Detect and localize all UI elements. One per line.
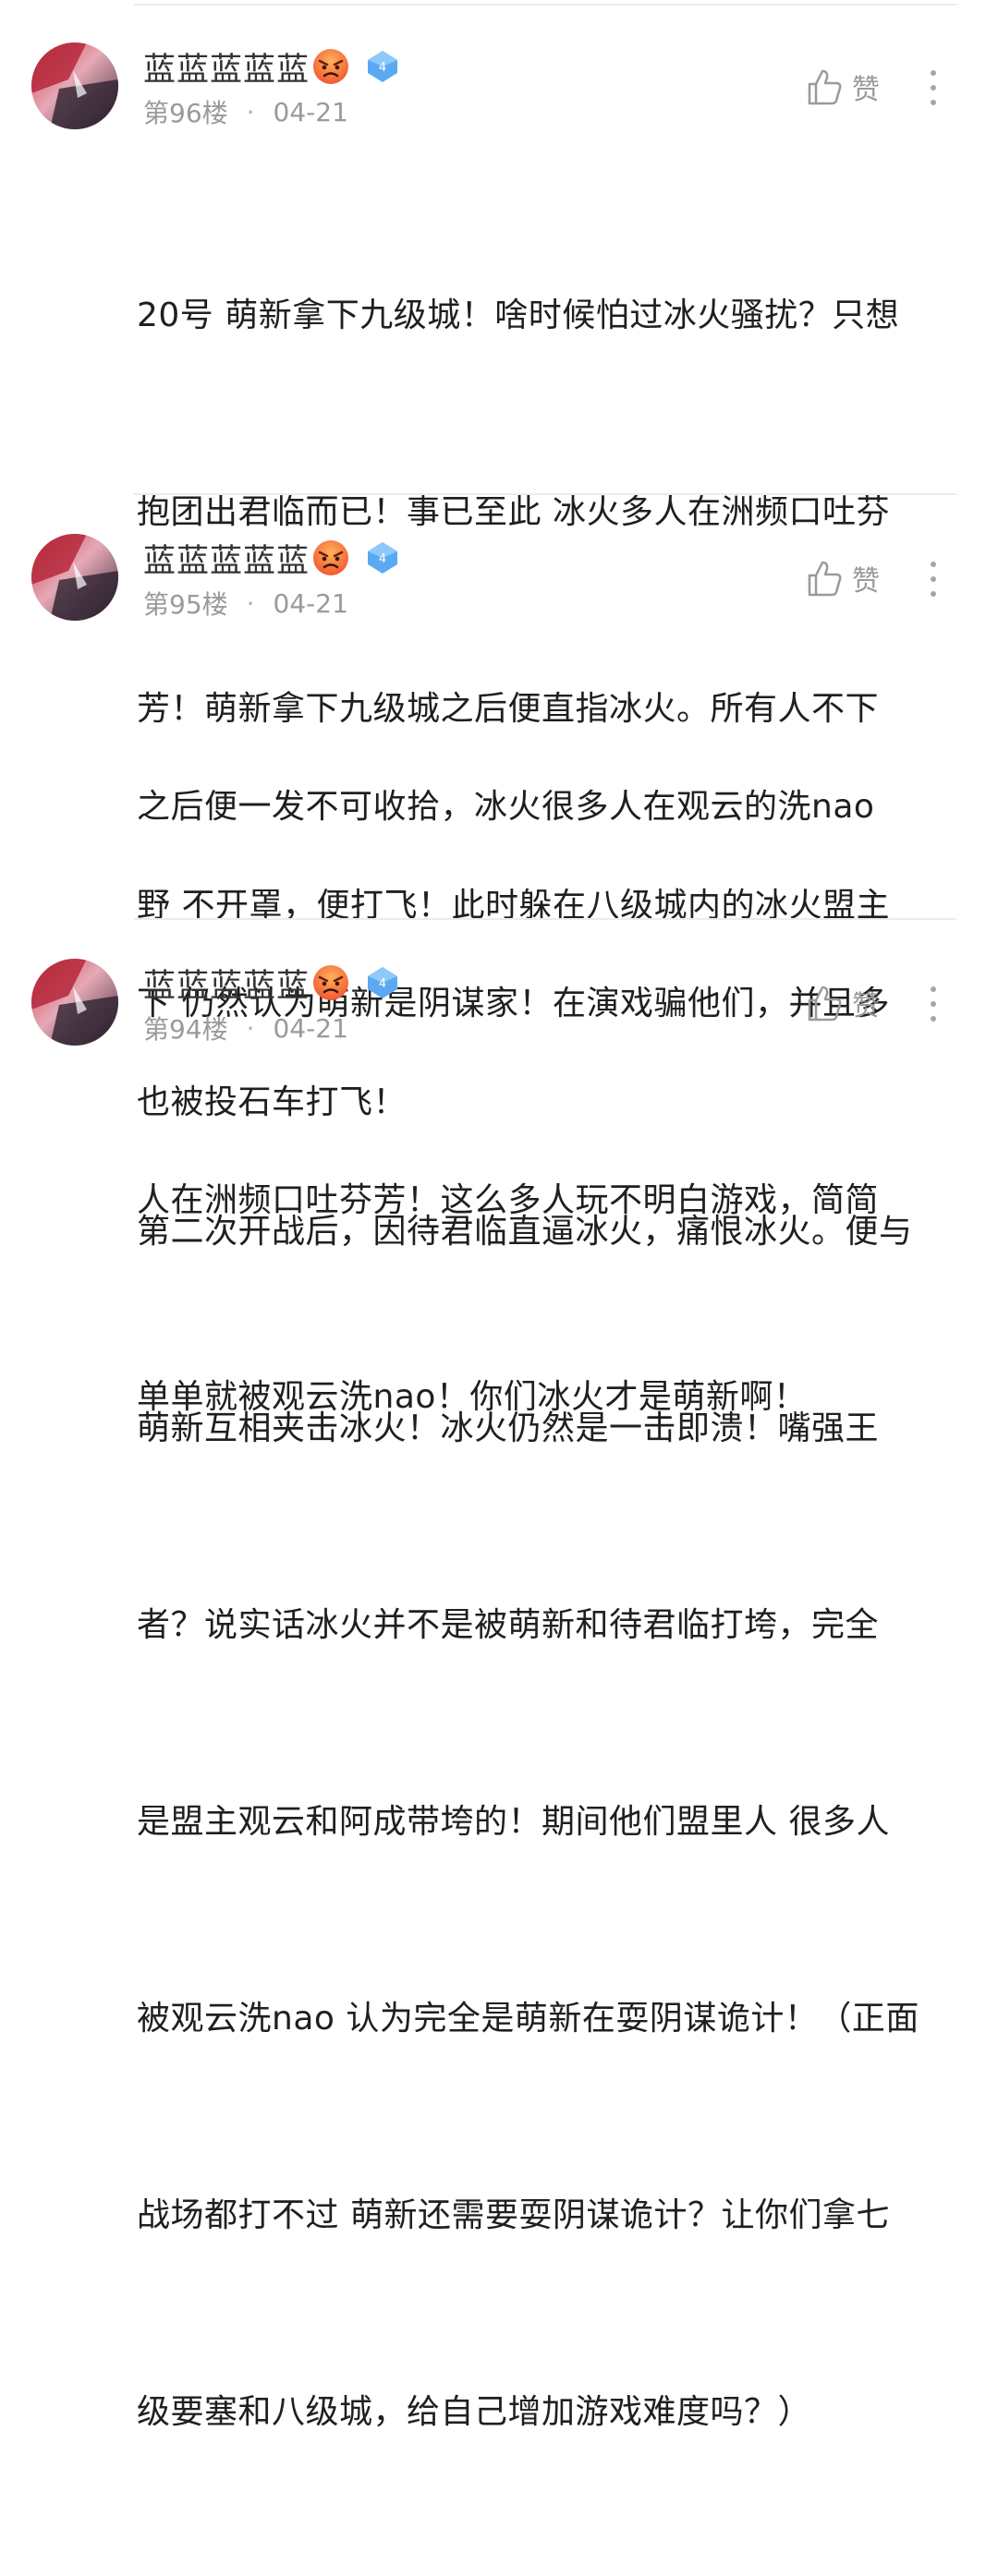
top-divider (134, 4, 956, 6)
angry-face-icon (313, 49, 349, 84)
avatar[interactable] (31, 534, 118, 621)
avatar-image (31, 534, 118, 621)
post-date: 04-21 (273, 1012, 348, 1044)
meta-separator: · (246, 96, 255, 127)
thumbs-up-icon (808, 986, 842, 1022)
comment-line: 级要塞和八级城，给自己增加游戏难度吗？） (137, 2393, 812, 2431)
thumbs-up-icon (808, 561, 842, 597)
thumbs-up-icon (808, 69, 842, 105)
svg-text:4: 4 (379, 977, 386, 991)
diamond-level-icon: 4 (368, 51, 398, 82)
more-options-icon[interactable] (919, 981, 947, 1027)
post-date: 04-21 (273, 96, 348, 127)
svg-text:4: 4 (379, 61, 386, 75)
comment-line: 20号 萌新拿下九级城！啥时候怕过冰火骚扰？只想 (137, 296, 900, 334)
username[interactable]: 蓝蓝蓝蓝蓝 (143, 535, 310, 582)
diamond-level-icon: 4 (368, 967, 398, 998)
like-button[interactable]: 赞 (804, 556, 880, 600)
comment-divider (134, 918, 956, 920)
meta-separator: · (246, 1012, 255, 1044)
floor-number: 第96楼 (143, 98, 228, 128)
comment-line: 之后便一发不可收拾，冰火很多人在观云的洗nao (137, 788, 875, 826)
meta-row: 第94楼 · 04-21 (143, 1010, 348, 1046)
svg-text:4: 4 (379, 552, 386, 566)
avatar[interactable] (31, 42, 118, 129)
comment-divider (134, 493, 956, 495)
like-label: 赞 (852, 565, 880, 598)
floor-number: 第94楼 (143, 1014, 228, 1045)
username[interactable]: 蓝蓝蓝蓝蓝 (143, 960, 310, 1007)
diamond-level-icon: 4 (368, 542, 398, 574)
username-row: 蓝蓝蓝蓝蓝 4 (143, 46, 402, 89)
username-row: 蓝蓝蓝蓝蓝 4 (143, 962, 402, 1005)
avatar-image (31, 959, 118, 1046)
comment-body: 第二次开战后，因待君临直逼冰火，痛恨冰火。便与 萌新互相夹击冰火！冰火仍然是一击… (137, 1068, 959, 2576)
comment-line: 战场都打不过 萌新还需要耍阴谋诡计？让你们拿七 (137, 2196, 890, 2234)
comment-line: 萌新互相夹击冰火！冰火仍然是一击即溃！嘴强王 (137, 1409, 880, 1447)
angry-face-icon (313, 540, 349, 575)
username-row: 蓝蓝蓝蓝蓝 4 (143, 538, 402, 580)
comment-line: 被观云洗nao 认为完全是萌新在耍阴谋诡计！（正面 (137, 2000, 919, 2038)
post-date: 04-21 (273, 587, 348, 619)
meta-row: 第96楼 · 04-21 (143, 94, 348, 129)
like-button[interactable]: 赞 (804, 981, 880, 1025)
floor-number: 第95楼 (143, 589, 228, 620)
avatar-image (31, 42, 118, 129)
meta-separator: · (246, 587, 255, 619)
more-options-icon[interactable] (919, 556, 947, 602)
like-label: 赞 (852, 990, 880, 1022)
more-options-icon[interactable] (919, 65, 947, 111)
like-label: 赞 (852, 74, 880, 106)
meta-row: 第95楼 · 04-21 (143, 586, 348, 621)
angry-face-icon (313, 965, 349, 1000)
like-button[interactable]: 赞 (804, 65, 880, 109)
comment-line: 者？说实话冰火并不是被萌新和待君临打垮，完全 (137, 1606, 880, 1644)
comment-line: 第二次开战后，因待君临直逼冰火，痛恨冰火。便与 (137, 1213, 913, 1251)
avatar[interactable] (31, 959, 118, 1046)
username[interactable]: 蓝蓝蓝蓝蓝 (143, 43, 310, 91)
comment-line: 是盟主观云和阿成带垮的！期间他们盟里人 很多人 (137, 1803, 890, 1841)
